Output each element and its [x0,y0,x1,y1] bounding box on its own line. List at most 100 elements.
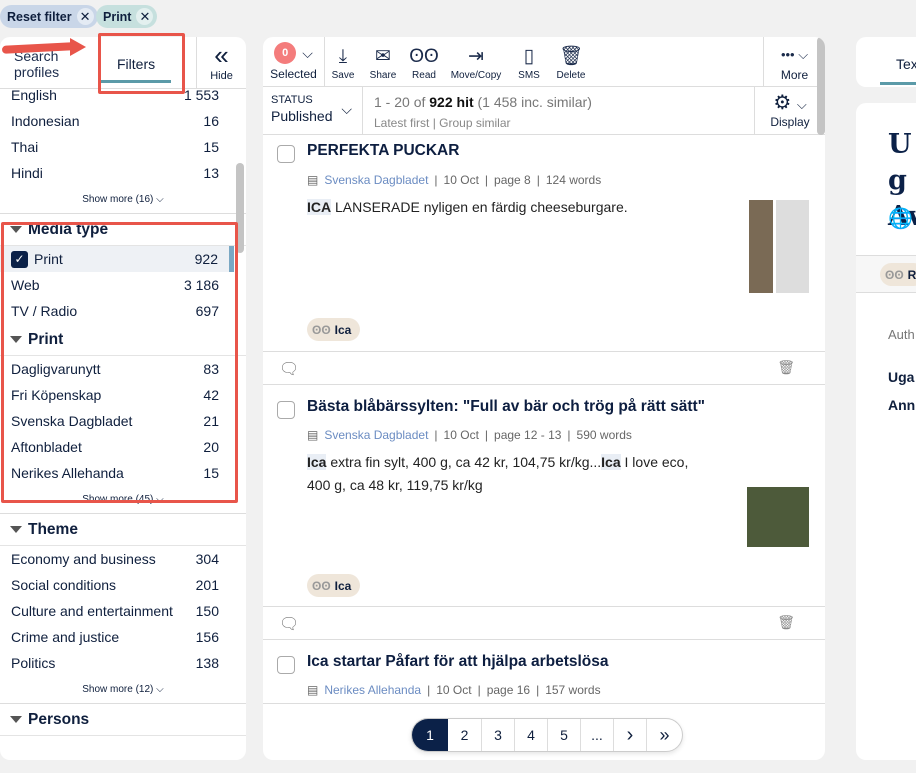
print-filter-chip[interactable]: Print ✕ [96,5,158,28]
filter-item[interactable]: Social conditions 201 [0,572,246,598]
binoculars-icon: ʘʘ [312,578,331,593]
group-similar-link[interactable]: Group similar [439,116,510,130]
binoculars-icon: ʘʘ [885,267,904,282]
filter-panel: Search profiles Filters «Hide English 1 5… [0,37,246,760]
article-thumbnail[interactable] [749,200,809,293]
tab-text[interactable]: Tex [896,56,916,72]
search-profile-tag[interactable]: ʘʘ Ica [307,574,361,597]
filter-item[interactable]: Culture and entertainment 150 [0,598,246,624]
caret-down-icon [10,716,22,723]
chevron-down-icon: ⌵ [156,684,164,695]
more-button[interactable]: ••• ⌵ More [763,37,825,87]
comment-icon[interactable]: 🗨 [279,614,299,634]
active-tab-indicator [101,80,171,83]
checkbox-checked-icon: ✓ [11,250,28,268]
chip-label: Reset filter [7,9,72,24]
caret-down-icon [10,336,22,343]
theme-header[interactable]: Theme [0,514,246,546]
persons-header[interactable]: Persons [0,704,246,736]
gear-icon: ⚙ ⌵ [773,92,807,114]
sort-link[interactable]: Latest first [374,116,429,130]
more-dots-icon: ••• ⌵ [780,47,809,62]
sms-button[interactable]: ▯ SMS [509,37,549,86]
filter-item[interactable]: Indonesian 16 [0,108,246,134]
filter-item[interactable]: Nerikes Allehanda 15 [0,460,246,486]
print-source-icon: ▤ [307,428,319,442]
source-link[interactable]: Svenska Dagbladet [324,428,428,442]
envelope-icon: ✉ [375,46,391,67]
search-profile-tag[interactable]: ʘʘRe [880,263,916,286]
filter-item[interactable]: Fri Köpenskap 42 [0,382,246,408]
next-page-icon[interactable]: › [613,719,646,751]
print-header[interactable]: Print [0,324,246,356]
source-link[interactable]: Nerikes Allehanda [324,683,421,697]
comment-icon[interactable]: 🗨 [279,359,299,379]
filter-item[interactable]: Thai 15 [0,134,246,160]
filter-item[interactable]: Politics 138 [0,650,246,676]
scrollbar[interactable] [236,163,244,253]
caret-down-icon [10,226,22,233]
page-1[interactable]: 1 [412,719,448,751]
tab-search-profiles[interactable]: Search profiles [14,48,74,80]
article-checkbox[interactable] [277,656,295,674]
share-button[interactable]: ✉ Share [361,37,405,86]
show-more-button[interactable]: Show more (16) ⌵ [0,186,246,214]
trash-icon[interactable]: 🗑 [777,359,795,376]
reset-filter-chip[interactable]: Reset filter ✕ [0,5,98,28]
article-thumbnail[interactable] [747,455,809,547]
annotation-arrow-head [70,38,86,56]
last-page-icon[interactable]: » [646,719,682,751]
filter-item[interactable]: Crime and justice 156 [0,624,246,650]
chip-label: Print [103,9,132,24]
article-title[interactable]: Ica startar Påfart för att hjälpa arbets… [307,653,609,671]
download-icon: ⤓ [338,46,348,67]
read-button[interactable]: ʘʘ Read [405,37,443,86]
filter-item[interactable]: Hindi 13 [0,160,246,186]
article-footer: 🗨 🗑 [263,607,825,640]
page-4[interactable]: 4 [514,719,547,751]
delete-button[interactable]: 🗑 Delete [549,37,593,86]
article-item[interactable]: PERFEKTA PUCKAR ▤ Svenska Dagbladet | 10 Oc… [263,135,825,352]
double-chevron-left-icon: « [214,40,229,70]
scrollbar[interactable] [817,37,825,135]
pagination: 1 2 3 4 5 ... › » [411,718,683,752]
filter-item[interactable]: Dagligvarunytt 83 [0,356,246,382]
source-link[interactable]: Svenska Dagbladet [324,173,428,187]
article-checkbox[interactable] [277,401,295,419]
show-more-button[interactable]: Show more (45) ⌵ [0,486,246,514]
tab-filters[interactable]: Filters [117,56,155,72]
chevron-down-icon: ⌵ [341,101,352,117]
binoculars-icon: ʘʘ [312,322,331,337]
trash-icon[interactable]: 🗑 [777,614,795,631]
page-ellipsis: ... [580,719,613,751]
filter-item[interactable]: Aftonbladet 20 [0,434,246,460]
page-2[interactable]: 2 [448,719,481,751]
hide-panel-button[interactable]: «Hide [196,37,246,89]
save-button[interactable]: ⤓ Save [325,37,361,86]
status-dropdown[interactable]: STATUS Published ⌵ [263,87,363,135]
page-3[interactable]: 3 [481,719,514,751]
filter-item[interactable]: Economy and business 304 [0,546,246,572]
search-profile-tag[interactable]: ʘʘ Ica [307,318,361,341]
article-title[interactable]: Bästa blåbärssylten: "Full av bär och tr… [307,398,705,416]
filter-item[interactable]: TV / Radio 697 [0,298,246,324]
chevron-down-icon: ⌵ [156,494,164,505]
selected-button[interactable]: 0 ⌵ Selected [263,37,325,86]
filter-item[interactable]: Web 3 186 [0,272,246,298]
hit-count: 1 - 20 of 922 hit (1 458 inc. similar) [374,94,592,110]
filter-item[interactable]: Svenska Dagbladet 21 [0,408,246,434]
move-copy-button[interactable]: ⇥ Move/Copy [443,37,509,86]
display-button[interactable]: ⚙ ⌵ Display [754,87,825,135]
article-item[interactable]: Bästa blåbärssylten: "Full av bär och tr… [263,385,825,607]
article-item[interactable]: Ica startar Påfart för att hjälpa arbets… [263,640,825,704]
close-icon[interactable]: ✕ [136,8,154,25]
article-title[interactable]: PERFEKTA PUCKAR [307,142,459,160]
phone-message-icon: ▯ [523,46,535,67]
filter-item-print[interactable]: ✓ Print 922 [0,246,234,272]
media-type-header[interactable]: Media type [0,214,246,246]
chevron-down-icon: ⌵ [156,194,164,205]
show-more-button[interactable]: Show more (12) ⌵ [0,676,246,704]
page-5[interactable]: 5 [547,719,580,751]
close-icon[interactable]: ✕ [76,8,94,25]
article-checkbox[interactable] [277,145,295,163]
